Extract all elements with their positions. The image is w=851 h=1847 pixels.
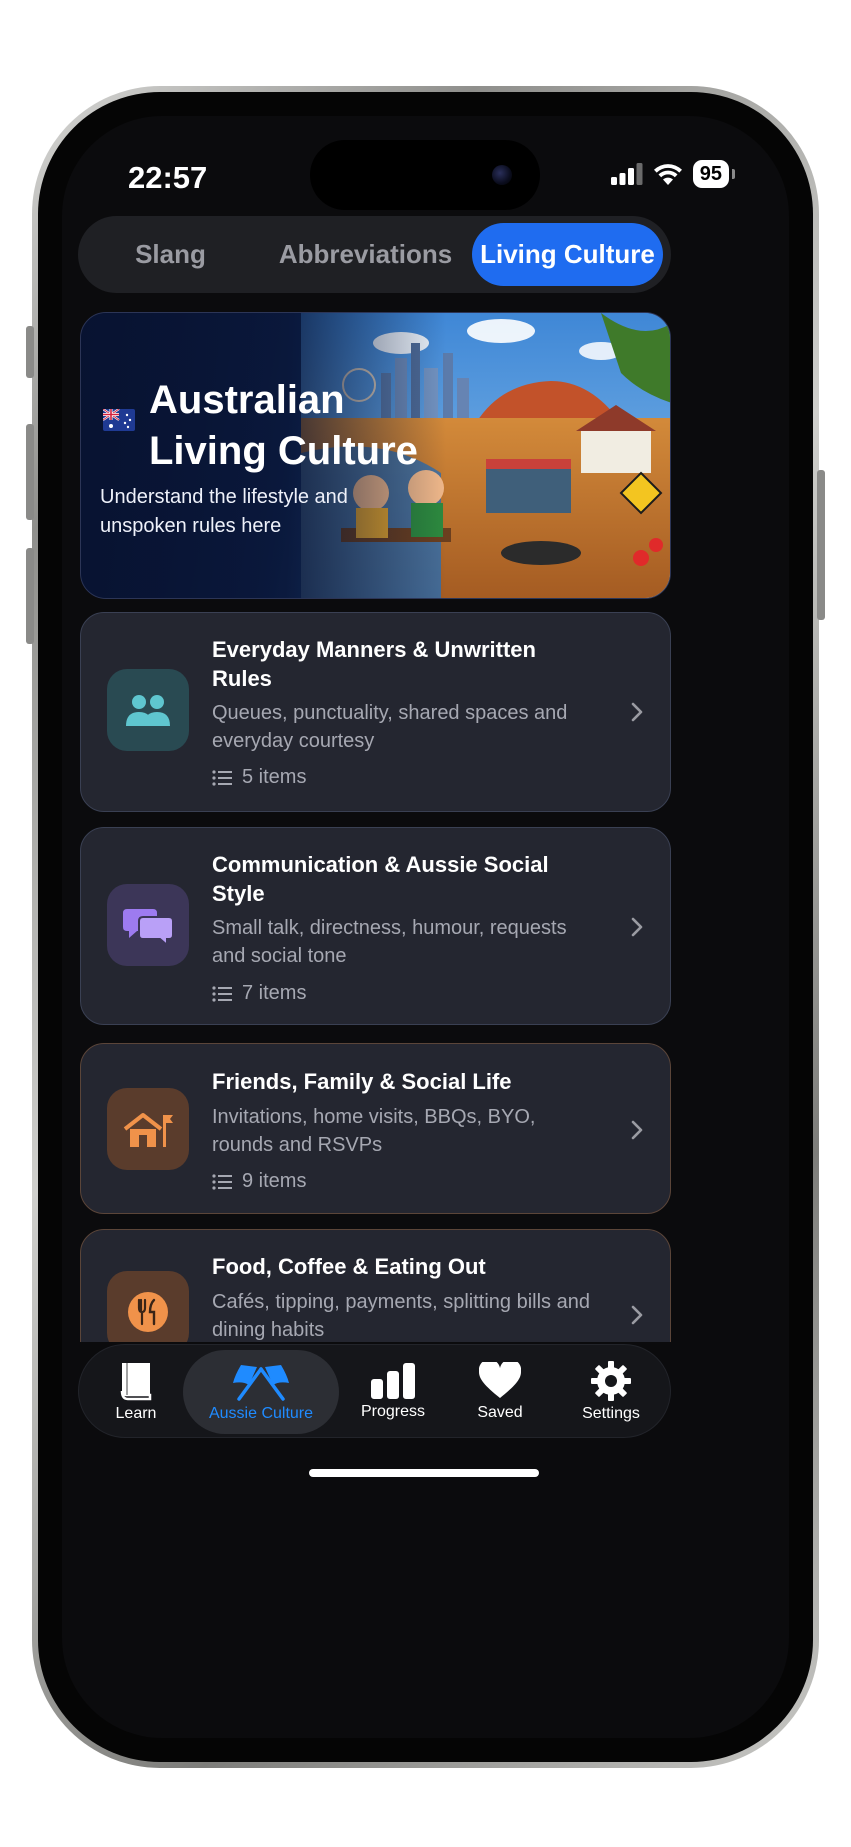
chevron-right-icon [631,1305,643,1325]
people-icon [107,669,189,751]
card-description: Queues, punctuality, shared spaces and e… [212,702,568,752]
bottom-tab-bar: Learn Aussie Culture Progress Saved Sett… [78,1344,671,1438]
tab-aussie-culture[interactable]: Aussie Culture [183,1350,339,1434]
list-icon [212,1173,232,1190]
tab-aussie-culture-label: Aussie Culture [208,1405,314,1422]
battery-indicator: 95 [692,160,736,188]
fork-knife-icon [107,1271,189,1342]
home-indicator[interactable] [309,1469,539,1477]
tab-living-culture[interactable]: Living Culture [472,223,663,286]
screen: 22:57 95 Slang Abbreviations Living Cult… [62,116,789,1738]
list-icon [212,985,232,1002]
card-title: Communication & Aussie Social Style [212,852,549,906]
australia-flag-icon [103,409,135,431]
gear-icon [591,1361,631,1401]
tab-saved-label: Saved [477,1404,523,1421]
flags-icon [233,1365,289,1401]
status-icons: 95 [610,160,736,188]
card-title: Food, Coffee & Eating Out [212,1254,486,1279]
hero-banner[interactable]: Australian Living Culture Understand the… [80,312,671,599]
tab-progress[interactable]: Progress [345,1345,441,1439]
card-title: Friends, Family & Social Life [212,1069,512,1094]
wifi-icon [653,164,682,185]
tab-settings-label: Settings [582,1405,640,1422]
card-count-label: 5 items [242,766,307,788]
tab-learn[interactable]: Learn [91,1345,181,1439]
volume-up-button [26,424,34,520]
category-segmented-control: Slang Abbreviations Living Culture [78,216,671,293]
category-card-food[interactable]: Food, Coffee & Eating Out Cafés, tipping… [80,1229,671,1342]
chevron-right-icon [631,1120,643,1140]
card-item-count: 7 items [212,982,306,1005]
volume-down-button [26,548,34,644]
camera-icon [492,165,512,185]
card-count-label: 7 items [242,982,307,1004]
category-card-communication[interactable]: Communication & Aussie Social Style Smal… [80,827,671,1025]
cellular-signal-icon [610,163,643,185]
bar-chart-icon [371,1363,415,1399]
chevron-right-icon [631,917,643,937]
status-time: 22:57 [128,160,208,195]
card-description: Cafés, tipping, payments, splitting bill… [212,1291,590,1341]
card-count-label: 9 items [242,1170,307,1192]
hero-title-line1: Australian [149,378,345,422]
category-list: Everyday Manners & Unwritten Rules Queue… [62,612,789,1342]
action-button [26,326,34,378]
hero-title-line2: Living Culture [149,429,418,473]
card-item-count: 9 items [212,1170,306,1193]
power-button [817,470,825,620]
tab-slang[interactable]: Slang [88,223,253,286]
chat-bubbles-icon [107,884,189,966]
book-icon [120,1363,152,1401]
dynamic-island [310,140,540,210]
card-description: Small talk, directness, humour, requests… [212,917,567,967]
hero-title: Australian Living Culture [149,375,449,477]
tab-saved[interactable]: Saved [455,1345,545,1439]
tab-settings[interactable]: Settings [565,1345,657,1439]
heart-icon [479,1362,521,1398]
tab-abbreviations[interactable]: Abbreviations [273,223,458,286]
category-card-manners[interactable]: Everyday Manners & Unwritten Rules Queue… [80,612,671,812]
chevron-right-icon [631,702,643,722]
category-card-social-life[interactable]: Friends, Family & Social Life Invitation… [80,1043,671,1214]
hero-subtitle: Understand the lifestyle and unspoken ru… [100,486,348,537]
home-flag-icon [107,1088,189,1170]
card-title: Everyday Manners & Unwritten Rules [212,637,536,691]
card-item-count: 5 items [212,766,306,789]
card-description: Invitations, home visits, BBQs, BYO, rou… [212,1106,536,1156]
tab-learn-label: Learn [115,1405,157,1422]
list-icon [212,769,232,786]
tab-progress-label: Progress [360,1403,426,1420]
